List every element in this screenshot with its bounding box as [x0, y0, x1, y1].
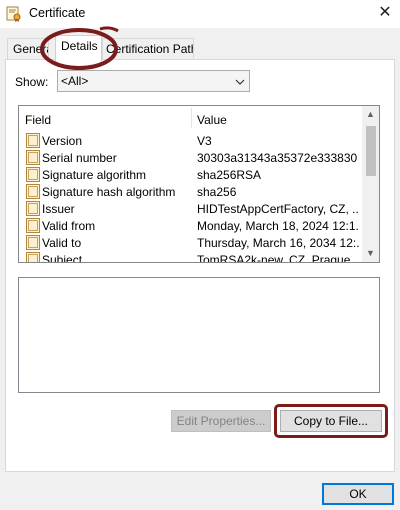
field-value: V3 [197, 134, 212, 148]
window-title: Certificate [29, 6, 86, 20]
list-item[interactable]: Issuer HIDTestAppCertFactory, CZ, ... [19, 200, 362, 217]
certificate-field-icon [26, 184, 40, 199]
show-dropdown-value: <All> [61, 74, 89, 88]
ok-button[interactable]: OK [322, 483, 394, 505]
chevron-down-icon [235, 76, 245, 86]
field-name: Signature hash algorithm [42, 185, 176, 199]
certificate-field-icon [26, 252, 40, 262]
certificate-icon [6, 6, 22, 22]
tab-general[interactable]: General [7, 38, 49, 60]
field-value: TomRSA2k-new, CZ, Prague... [197, 253, 359, 263]
list-item[interactable]: Serial number 30303a31343a35372e333830 [19, 149, 362, 166]
field-name: Valid to [42, 236, 82, 250]
field-name: Valid from [42, 219, 96, 233]
close-icon[interactable]: ✕ [370, 0, 400, 28]
field-detail-box[interactable] [18, 277, 380, 393]
certificate-field-icon [26, 167, 40, 182]
column-header-value[interactable]: Value [197, 113, 227, 127]
list-item[interactable]: Signature hash algorithm sha256 [19, 183, 362, 200]
list-item[interactable]: Signature algorithm sha256RSA [19, 166, 362, 183]
list-item[interactable]: Subject TomRSA2k-new, CZ, Prague... [19, 251, 362, 263]
list-item[interactable]: Valid to Thursday, March 16, 2034 12:... [19, 234, 362, 251]
certificate-field-icon [26, 133, 40, 148]
field-value: Monday, March 18, 2024 12:1... [197, 219, 359, 233]
scroll-up-arrow-icon[interactable]: ▲ [362, 106, 379, 123]
highlight-box [274, 404, 388, 438]
field-value: HIDTestAppCertFactory, CZ, ... [197, 202, 359, 216]
certificate-field-icon [26, 201, 40, 216]
certificate-field-icon [26, 235, 40, 250]
field-name: Version [42, 134, 83, 148]
field-name: Issuer [42, 202, 75, 216]
field-name: Subject [42, 253, 83, 263]
edit-properties-button[interactable]: Edit Properties... [171, 410, 271, 432]
field-value: Thursday, March 16, 2034 12:... [197, 236, 359, 250]
list-header: Field Value [19, 106, 362, 130]
show-dropdown[interactable]: <All> [57, 70, 250, 92]
certificate-field-icon [26, 218, 40, 233]
column-header-field[interactable]: Field [25, 113, 51, 127]
tab-certification-path[interactable]: Certification Path [102, 38, 194, 60]
tab-details[interactable]: Details [55, 35, 102, 61]
list-item[interactable]: Valid from Monday, March 18, 2024 12:1..… [19, 217, 362, 234]
field-value: sha256 [197, 185, 237, 199]
scrollbar-thumb[interactable] [366, 126, 376, 176]
column-divider[interactable] [191, 108, 192, 128]
show-label: Show: [15, 75, 49, 89]
list-scrollbar[interactable]: ▲ ▼ [362, 106, 379, 262]
scroll-down-arrow-icon[interactable]: ▼ [362, 245, 379, 262]
field-name: Serial number [42, 151, 117, 165]
certificate-fields-list[interactable]: Field Value Version V3 Serial number 303… [18, 105, 380, 263]
field-value: sha256RSA [197, 168, 262, 182]
field-name: Signature algorithm [42, 168, 147, 182]
list-item[interactable]: Version V3 [19, 132, 362, 149]
certificate-field-icon [26, 150, 40, 165]
title-bar: Certificate ✕ [0, 0, 400, 28]
field-value: 30303a31343a35372e333830 [197, 151, 358, 165]
